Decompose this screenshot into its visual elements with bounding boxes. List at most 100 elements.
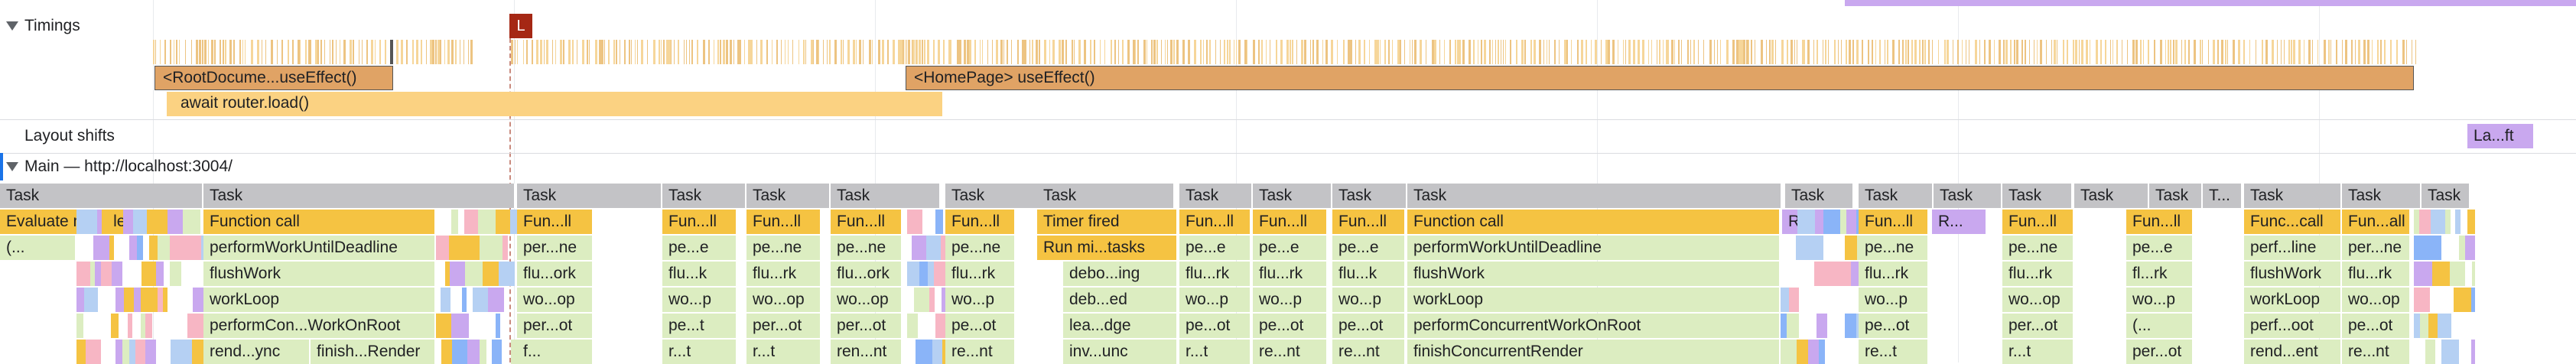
flame-slice[interactable] [158, 236, 170, 260]
task-block[interactable]: Task [2002, 184, 2073, 208]
flame-slice[interactable] [1781, 340, 1797, 364]
flame-call[interactable]: pe...ot [945, 314, 1016, 338]
flame-slice[interactable] [76, 288, 84, 312]
flame-call[interactable]: Fun...ll [1253, 210, 1328, 234]
flame-slice[interactable] [473, 288, 488, 312]
flame-slice[interactable] [1789, 288, 1799, 312]
flame-slice[interactable] [467, 340, 480, 364]
flame-call[interactable]: ren...nt [831, 340, 903, 364]
flame-slice[interactable] [145, 314, 152, 338]
flame-slice[interactable] [941, 236, 945, 260]
flame-slice[interactable] [2454, 288, 2471, 312]
flame-call[interactable]: Fun...ll [831, 210, 903, 234]
flame-slice[interactable] [929, 288, 935, 312]
flame-call[interactable]: pe...t [662, 314, 737, 338]
flame-slice[interactable] [2471, 288, 2475, 312]
flame-slice[interactable] [124, 288, 134, 312]
flame-call[interactable]: perf...line [2244, 236, 2342, 260]
flame-slice[interactable] [480, 340, 486, 364]
flame-call[interactable]: f... [517, 340, 594, 364]
flame-call[interactable]: wo...op [517, 288, 594, 312]
flame-slice[interactable] [1823, 210, 1840, 234]
flame-slice[interactable] [95, 262, 101, 286]
flame-slice[interactable] [436, 236, 449, 260]
flame-call[interactable]: rend...ync [203, 340, 311, 364]
flame-slice[interactable] [1781, 314, 1787, 338]
flame-call[interactable]: Run mi...tasks [1037, 236, 1178, 260]
flame-call[interactable]: perf...oot [2244, 314, 2342, 338]
timings-track-header[interactable]: Timings [6, 17, 80, 35]
flame-slice[interactable] [2414, 210, 2419, 234]
flame-call[interactable]: re...nt [1332, 340, 1406, 364]
flame-slice[interactable] [187, 314, 203, 338]
flame-call[interactable]: pe...ne [1859, 236, 1929, 260]
flame-slice[interactable] [141, 262, 156, 286]
flame-slice[interactable] [436, 314, 451, 338]
flame-call[interactable]: pe...e [1253, 236, 1328, 260]
flame-call[interactable]: Fun...ll [517, 210, 594, 234]
flame-call[interactable]: wo...op [831, 288, 903, 312]
flame-call[interactable]: Fun...ll [945, 210, 1016, 234]
flame-call[interactable]: flu...ork [517, 262, 594, 286]
task-block[interactable]: Task [2342, 184, 2422, 208]
layout-shift-cluster[interactable]: La...ft [2467, 124, 2533, 148]
timing-router-load[interactable]: await router.load() [167, 92, 942, 116]
main-flame-chart[interactable]: Task Task Task Task Task Task Task Task Task Task… [0, 184, 2576, 364]
flame-slice[interactable] [483, 262, 499, 286]
flame-call[interactable]: pe...e [2126, 236, 2194, 260]
flame-slice[interactable] [2450, 262, 2465, 286]
task-block[interactable]: T... [2203, 184, 2243, 208]
task-block[interactable]: Task [945, 184, 1040, 208]
flame-call[interactable]: Function call [1407, 210, 1781, 234]
flame-slice[interactable] [1781, 288, 1789, 312]
flame-call[interactable]: flushWork [203, 262, 436, 286]
flame-slice[interactable] [170, 262, 181, 286]
flame-slice[interactable] [201, 236, 203, 260]
flame-call[interactable]: wo...p [1332, 288, 1406, 312]
flame-slice[interactable] [2432, 262, 2450, 286]
task-block[interactable]: Task [2074, 184, 2149, 208]
flame-slice[interactable] [1845, 236, 1857, 260]
flame-slice[interactable] [149, 236, 158, 260]
flame-slice[interactable] [101, 262, 112, 286]
flame-slice[interactable] [934, 262, 944, 286]
flame-call[interactable]: per...ot [831, 314, 903, 338]
flame-slice[interactable] [133, 210, 147, 234]
task-block[interactable]: Task [1785, 184, 1854, 208]
main-track-header[interactable]: Main — http://localhost:3004/ [6, 158, 233, 176]
flame-slice[interactable] [2419, 210, 2431, 234]
flame-slice[interactable] [451, 314, 469, 338]
flame-call[interactable]: pe...e [1332, 236, 1406, 260]
flame-call[interactable]: per...ot [746, 314, 821, 338]
flame-slice[interactable] [460, 236, 472, 260]
flame-slice[interactable] [510, 210, 517, 234]
flame-slice[interactable] [2455, 210, 2461, 234]
flame-slice[interactable] [912, 236, 926, 260]
task-block[interactable]: Task [662, 184, 746, 208]
flame-slice[interactable] [2425, 340, 2435, 364]
flame-slice[interactable] [129, 340, 135, 364]
flame-call[interactable]: wo...p [1859, 288, 1929, 312]
flame-slice[interactable] [123, 210, 133, 234]
flame-slice[interactable] [1808, 340, 1819, 364]
flame-call[interactable]: wo...op [746, 288, 821, 312]
flame-slice[interactable] [441, 340, 452, 364]
flame-slice[interactable] [1856, 314, 1859, 338]
flame-call[interactable]: per...ot [517, 314, 594, 338]
flame-slice[interactable] [2427, 236, 2441, 260]
flame-call[interactable]: pe...ot [1332, 314, 1406, 338]
flame-slice[interactable] [451, 210, 458, 234]
flame-slice[interactable] [186, 236, 201, 260]
flame-slice[interactable] [1819, 340, 1825, 364]
flame-slice[interactable] [115, 340, 122, 364]
task-block[interactable]: Task [746, 184, 831, 208]
flame-call[interactable]: Fun...ll [746, 210, 821, 234]
flame-slice[interactable] [1787, 314, 1799, 338]
flame-slice[interactable] [129, 236, 137, 260]
flame-call[interactable]: flu...k [662, 262, 737, 286]
flame-slice[interactable] [93, 236, 109, 260]
flame-slice[interactable] [1856, 210, 1859, 234]
flame-call[interactable]: pe...ot [2342, 314, 2411, 338]
flame-call[interactable]: deb...ed [1063, 288, 1178, 312]
flame-slice[interactable] [496, 210, 510, 234]
